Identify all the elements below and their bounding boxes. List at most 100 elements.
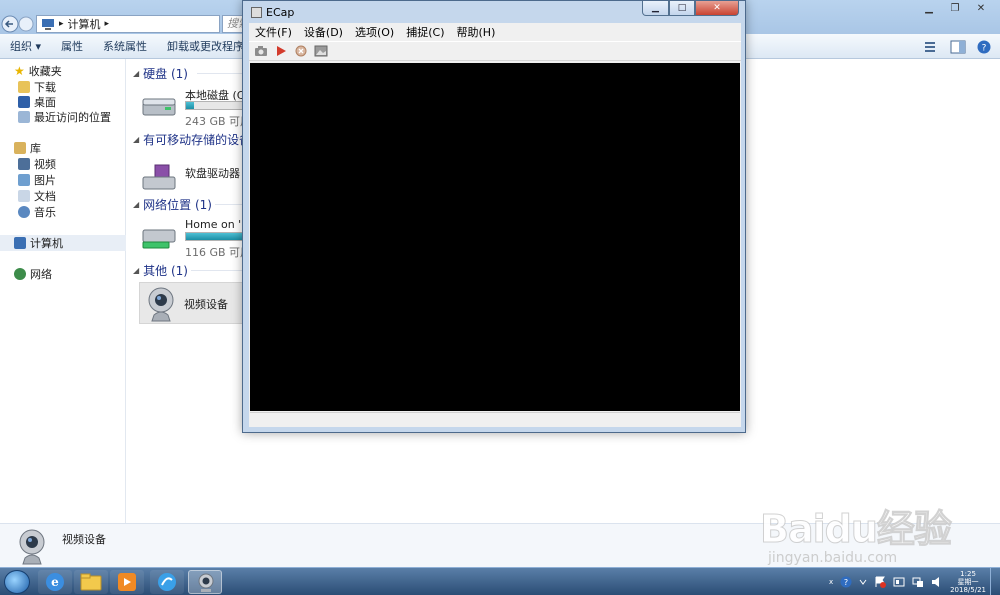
drive-name: Home on 'M [185,218,251,231]
show-desktop-button[interactable] [990,568,1000,595]
help-icon[interactable]: ? [976,40,992,54]
svg-text:?: ? [844,578,848,587]
nav-libraries[interactable]: 库 [14,140,41,156]
stop-capture-button[interactable] [293,43,309,59]
address-bar[interactable]: ▸ 计算机 ▸ [36,15,220,33]
group-header-other[interactable]: ◢ 其他 (1) [133,262,188,278]
nav-computer[interactable]: 计算机 [14,235,63,251]
status-bar [250,412,740,426]
sync-icon[interactable] [893,576,905,588]
view-controls: ? [924,34,1000,59]
start-button[interactable] [4,570,30,594]
play-icon [277,46,286,56]
drive-local-disk-c[interactable]: 本地磁盘 (C:) 243 GB 可用 [141,87,255,128]
action-center-flag-icon[interactable] [874,576,887,588]
nav-videos[interactable]: 视频 [18,156,56,172]
stop-icon [295,45,307,57]
details-item-name: 视频设备 [62,533,106,546]
breadcrumb-computer[interactable]: 计算机 [68,16,101,32]
camera-icon [255,46,267,56]
nav-recent-places[interactable]: 最近访问的位置 [18,109,111,125]
start-capture-button[interactable] [273,43,289,59]
close-button[interactable]: ✕ [968,0,994,18]
input-language[interactable]: x [829,578,833,586]
nav-pictures[interactable]: 图片 [18,172,56,188]
collapse-triangle-icon: ◢ [133,134,140,144]
ecap-toolbar [249,41,741,61]
menu-device[interactable]: 设备(D) [298,24,349,40]
menu-file[interactable]: 文件(F) [249,24,298,40]
drive-usage-fill [186,102,195,109]
maximize-button[interactable]: □ [669,1,695,16]
navigation-pane: ★ 收藏夹 下载 桌面 最近访问的位置 库 视频 图片 文档 音乐 计算机 网络 [0,59,126,523]
nav-desktop[interactable]: 桌面 [18,94,56,110]
webcam-icon [19,529,45,565]
taskbar-webcam[interactable] [188,570,222,594]
recent-places-icon [18,111,30,123]
menu-options[interactable]: 选项(O) [349,24,400,40]
menu-help[interactable]: 帮助(H) [451,24,502,40]
svg-text:e: e [51,575,59,589]
webcam-icon [198,573,214,592]
taskbar-messenger[interactable] [150,570,184,594]
video-device-item[interactable]: 视频设备 [139,282,249,324]
drive-floppy[interactable]: 软盘驱动器 (A [141,159,255,199]
menu-capture[interactable]: 捕捉(C) [400,24,450,40]
nav-favorites[interactable]: ★ 收藏夹 [14,63,62,79]
ecap-app-icon [251,7,262,18]
star-icon: ★ [14,64,25,78]
chevron-down-icon[interactable] [859,576,867,588]
network-share-home[interactable]: Home on 'M 116 GB 可用 [141,218,255,259]
floppy-drive-icon [142,164,176,190]
ie-icon: e [46,573,64,591]
network-drive-icon [142,229,176,249]
organize-button[interactable]: 组织 ▾ [0,38,51,54]
collapse-triangle-icon: ◢ [133,199,140,209]
uninstall-program-button[interactable]: 卸载或更改程序 [157,38,254,54]
minimize-button[interactable]: ▁ [916,0,942,18]
minimize-button[interactable]: ▁ [642,1,669,16]
collapse-triangle-icon: ◢ [133,265,140,275]
baidu-watermark: Baidu经验 jingyan.baidu.com [760,488,960,568]
back-forward-buttons[interactable] [0,14,34,34]
nav-music[interactable]: 音乐 [18,204,56,220]
close-button[interactable]: ✕ [695,1,739,16]
image-button[interactable] [313,43,329,59]
video-preview-area[interactable] [250,63,740,411]
svg-text:?: ? [982,43,987,53]
ecap-window: ECap ▁ □ ✕ 文件(F) 设备(D) 选项(O) 捕捉(C) 帮助(H) [242,0,746,433]
system-properties-button[interactable]: 系统属性 [93,38,157,54]
nav-network[interactable]: 网络 [14,266,52,282]
ecap-window-controls: ▁ □ ✕ [642,1,739,16]
ecap-titlebar: ECap [251,6,294,19]
group-header-hdd[interactable]: ◢ 硬盘 (1) [133,65,188,81]
system-tray: x ? 1:25 星期一 2018/5/21 [829,568,1000,595]
taskbar-explorer[interactable] [74,570,108,594]
chevron-right-icon: ▸ [104,19,110,29]
help-icon[interactable]: ? [840,576,852,588]
view-options-icon[interactable] [924,40,940,54]
snapshot-button[interactable] [253,43,269,59]
drive-usage-fill [186,233,249,240]
window-title: ECap [266,6,295,19]
preview-pane-icon[interactable] [950,40,966,54]
network-icon [14,268,26,280]
group-header-removable[interactable]: ◢ 有可移动存储的设备 [133,131,251,147]
back-arrow-icon[interactable] [0,14,34,34]
taskbar-ie[interactable]: e [38,570,72,594]
volume-icon[interactable] [931,576,943,588]
group-divider [215,204,243,205]
computer-icon [14,237,26,249]
taskbar-media-player[interactable] [110,570,144,594]
system-clock[interactable]: 1:25 星期一 2018/5/21 [950,570,986,594]
watermark-url: jingyan.baidu.com [768,550,898,566]
network-status-icon[interactable] [912,576,924,588]
downloads-folder-icon [18,81,30,93]
maximize-button[interactable]: ❐ [942,0,968,18]
properties-button[interactable]: 属性 [51,38,93,54]
group-header-network-locations[interactable]: ◢ 网络位置 (1) [133,196,212,212]
explorer-folder-icon [80,573,102,591]
collapse-triangle-icon: ◢ [133,68,140,78]
nav-downloads[interactable]: 下载 [18,79,56,95]
nav-documents[interactable]: 文档 [18,188,56,204]
